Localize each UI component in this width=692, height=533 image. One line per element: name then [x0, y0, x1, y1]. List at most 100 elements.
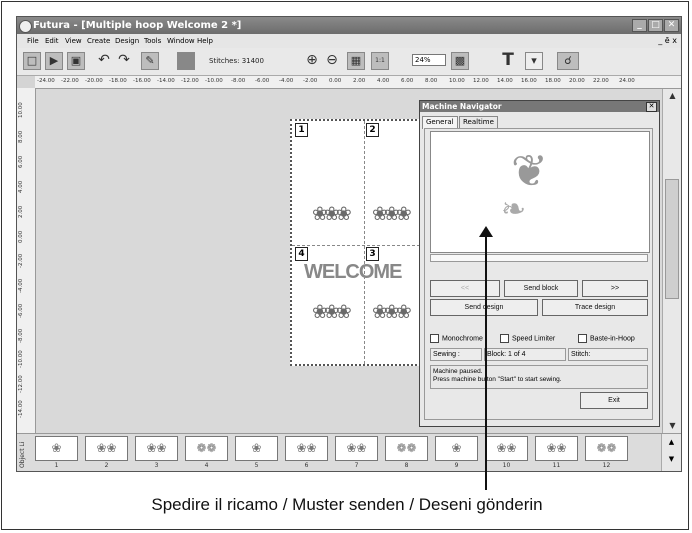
menu-file[interactable]: File — [27, 34, 39, 48]
dialog-close-icon[interactable]: ✕ — [646, 102, 657, 112]
open-file-icon[interactable]: ▶ — [45, 52, 63, 70]
ruler-tick: -4.00 — [18, 278, 24, 293]
object-thumbnail[interactable]: ❀ — [235, 436, 278, 461]
zoom-fit-icon[interactable]: ▦ — [347, 52, 365, 70]
menu-create[interactable]: Create — [87, 34, 110, 48]
ruler-tick: 20.00 — [569, 78, 585, 84]
send-design-button[interactable]: Send design — [430, 299, 538, 316]
object-number: 11 — [552, 462, 561, 469]
ruler-tick: 24.00 — [619, 78, 635, 84]
message-line: Press machine button "Start" to start se… — [433, 376, 562, 383]
speed-limiter-label: Speed Limiter — [512, 335, 556, 343]
ruler-tick: -10.00 — [18, 350, 24, 368]
color-swatch-icon[interactable] — [177, 52, 195, 70]
vertical-ruler: 10.00 8.00 6.00 4.00 2.00 0.00 -2.00 -4.… — [17, 88, 36, 433]
object-thumbnail[interactable]: ❀❀ — [285, 436, 328, 461]
ruler-tick: 8.00 — [425, 78, 438, 84]
send-block-button[interactable]: Send block — [504, 280, 578, 297]
checkbox-icon[interactable] — [500, 334, 509, 343]
object-thumbnail[interactable]: ❁❁ — [185, 436, 228, 461]
fern-design-image: ❧ — [501, 192, 527, 227]
object-thumbnail[interactable]: ❀❀ — [485, 436, 528, 461]
menu-help[interactable]: Help — [197, 34, 213, 48]
ruler-tick: 0.00 — [329, 78, 342, 84]
object-thumbnail[interactable]: ❀❀ — [85, 436, 128, 461]
hoop-badge-2[interactable]: 2 — [366, 123, 379, 137]
menu-edit[interactable]: Edit — [45, 34, 59, 48]
redo-icon[interactable]: ↷ — [115, 52, 133, 70]
sewing-status: Sewing : — [430, 348, 482, 361]
design-preview: ❦ ❧ — [430, 131, 650, 253]
fern-design-image: ❦ — [511, 146, 548, 197]
ruler-tick: 12.00 — [473, 78, 489, 84]
select-tool-icon[interactable]: ▾ — [525, 52, 543, 70]
edit-tool-icon[interactable]: ✎ — [141, 52, 159, 70]
next-block-button[interactable]: >> — [582, 280, 648, 297]
baste-in-hoop-checkbox[interactable]: Baste-in-Hoop — [578, 334, 635, 343]
object-number: 9 — [454, 462, 459, 469]
scroll-up-icon[interactable]: ▲ — [663, 89, 681, 103]
undo-icon[interactable]: ↶ — [95, 52, 113, 70]
zoom-out-icon[interactable]: ⊖ — [323, 52, 341, 70]
menu-tools[interactable]: Tools — [144, 34, 161, 48]
object-list-label: Object Li — [19, 441, 26, 468]
stitch-count: Stitches: 31400 — [209, 57, 264, 65]
ruler-tick: 10.00 — [449, 78, 465, 84]
checkbox-icon[interactable] — [578, 334, 587, 343]
tab-realtime[interactable]: Realtime — [459, 116, 498, 128]
menu-window[interactable]: Window — [167, 34, 195, 48]
canvas-scrollbar[interactable]: ▲ ▼ — [662, 89, 681, 433]
flower-motif: ❀❀❀ — [312, 203, 352, 225]
flower-motif: ❀❀❀ — [372, 203, 412, 225]
ruler-tick: 6.00 — [18, 155, 24, 168]
machine-message: Machine paused. Press machine button "St… — [430, 365, 648, 389]
flower-motif: ❀❀❀ — [312, 301, 352, 323]
save-icon[interactable]: ▣ — [67, 52, 85, 70]
ruler-tick: -18.00 — [109, 78, 127, 84]
object-thumbnail[interactable]: ❀ — [35, 436, 78, 461]
ruler-tick: -2.00 — [18, 253, 24, 268]
ruler-tick: -24.00 — [37, 78, 55, 84]
checkbox-icon[interactable] — [430, 334, 439, 343]
monochrome-checkbox[interactable]: Monochrome — [430, 334, 483, 343]
text-tool-icon[interactable]: T — [499, 52, 517, 70]
menu-design[interactable]: Design — [115, 34, 139, 48]
zoom-select[interactable]: 24% — [412, 54, 446, 66]
object-list-scrollbar[interactable]: ▲ ▼ — [661, 434, 681, 471]
baste-label: Baste-in-Hoop — [590, 335, 635, 343]
speed-limiter-checkbox[interactable]: Speed Limiter — [500, 334, 555, 343]
previous-block-button[interactable]: << — [430, 280, 500, 297]
scroll-thumb[interactable] — [665, 179, 679, 299]
ruler-tick: 2.00 — [18, 205, 24, 218]
preview-icon[interactable]: ▩ — [451, 52, 469, 70]
horizontal-ruler: -24.00 -22.00 -20.00 -18.00 -16.00 -14.0… — [35, 76, 681, 89]
minimize-button[interactable]: _ — [632, 19, 647, 32]
close-button[interactable]: ✕ — [664, 19, 679, 32]
monochrome-label: Monochrome — [442, 335, 483, 343]
mdi-controls[interactable]: _ ē x — [658, 34, 677, 48]
new-file-icon[interactable]: □ — [23, 52, 41, 70]
object-thumbnail[interactable]: ❀ — [435, 436, 478, 461]
sewing-machine-icon[interactable]: ☌ — [557, 52, 579, 70]
scroll-down-icon[interactable]: ▼ — [663, 419, 681, 433]
ruler-tick: 16.00 — [521, 78, 537, 84]
zoom-in-icon[interactable]: ⊕ — [303, 52, 321, 70]
object-number: 2 — [104, 462, 109, 469]
multiple-hoop-area[interactable]: 1 2 4 3 ❀❀❀ ❀❀❀ WELCOME ❀❀❀ ❀❀❀ — [290, 119, 437, 366]
maximize-button[interactable]: □ — [648, 19, 663, 32]
hoop-badge-4[interactable]: 4 — [295, 247, 308, 261]
object-thumbnail[interactable]: ❁❁ — [585, 436, 628, 461]
zoom-actual-icon[interactable]: 1:1 — [371, 52, 389, 70]
object-thumbnail[interactable]: ❀❀ — [335, 436, 378, 461]
object-number: 6 — [304, 462, 309, 469]
hoop-badge-3[interactable]: 3 — [366, 247, 379, 261]
exit-button[interactable]: Exit — [580, 392, 648, 409]
hoop-badge-1[interactable]: 1 — [295, 123, 308, 137]
object-thumbnail[interactable]: ❁❁ — [385, 436, 428, 461]
menu-view[interactable]: View — [65, 34, 82, 48]
trace-design-button[interactable]: Trace design — [542, 299, 648, 316]
object-thumbnail[interactable]: ❀❀ — [135, 436, 178, 461]
ruler-tick: -6.00 — [18, 303, 24, 318]
object-thumbnail[interactable]: ❀❀ — [535, 436, 578, 461]
ruler-tick: -20.00 — [85, 78, 103, 84]
